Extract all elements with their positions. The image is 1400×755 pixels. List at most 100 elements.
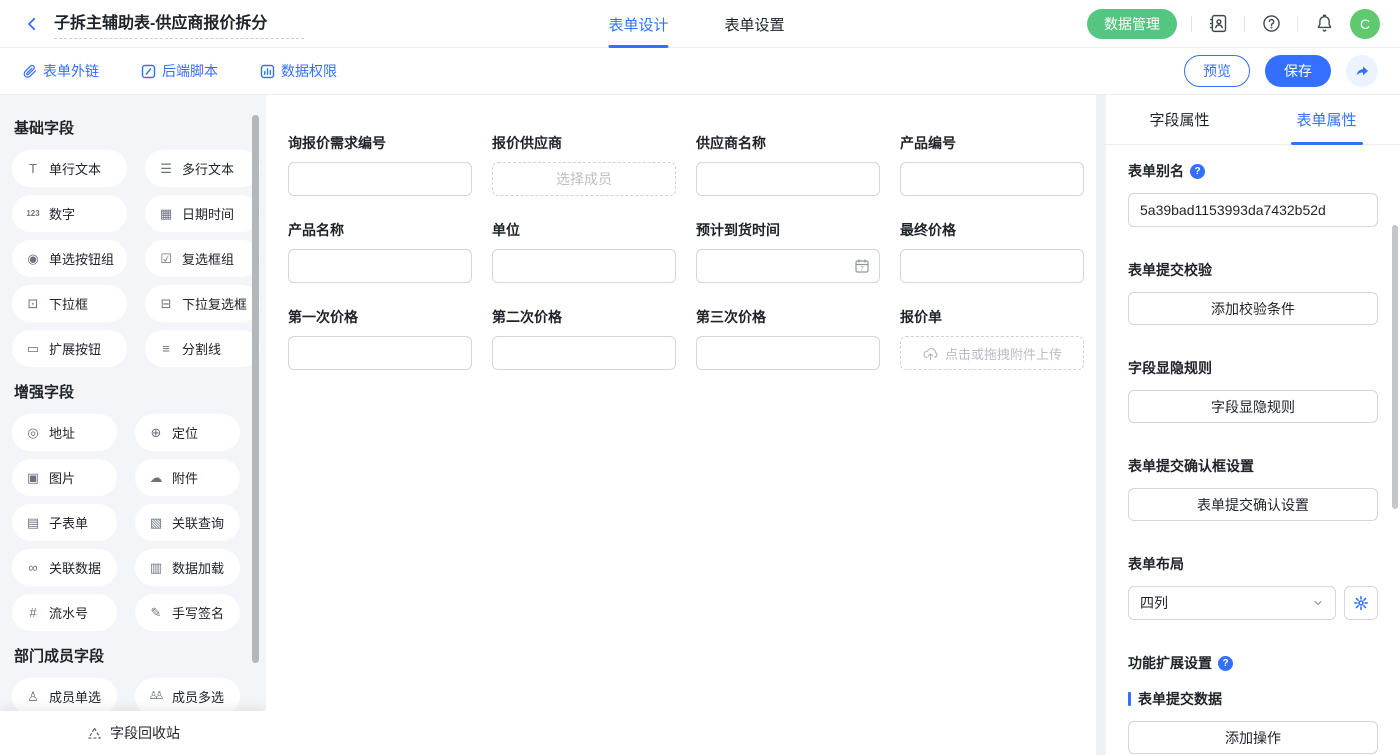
canvas-field-inquiry-request-no[interactable]: 询报价需求编号 [288, 133, 472, 196]
panel-section-field-visibility-rules: 字段显隐规则字段显隐规则 [1128, 358, 1378, 423]
save-button[interactable]: 保存 [1265, 55, 1331, 87]
field-type-data-load[interactable]: ▥数据加载 [135, 549, 240, 586]
canvas-field-unit[interactable]: 单位 [492, 220, 676, 283]
field-type-single-line-text[interactable]: T 单行文本 [12, 150, 127, 187]
field-type-label: 单行文本 [49, 159, 101, 178]
canvas-field-supplier-name[interactable]: 供应商名称 [696, 133, 880, 196]
field-visibility-rules-button[interactable]: 字段显隐规则 [1128, 390, 1378, 423]
field-type-label: 下拉框 [49, 294, 88, 313]
help-icon[interactable]: ? [1218, 656, 1233, 671]
field-type-radio-group[interactable]: ◉单选按钮组 [12, 240, 127, 277]
address-book-icon[interactable] [1206, 12, 1230, 36]
back-button[interactable] [20, 12, 44, 36]
data-permission-button[interactable]: 数据权限 [260, 61, 337, 81]
form-design-canvas[interactable]: 询报价需求编号报价供应商选择成员供应商名称产品编号产品名称单位预计到货时间7 最终… [266, 95, 1096, 755]
help-icon[interactable]: ? [1190, 164, 1205, 179]
field-type-linked-query[interactable]: ▧关联查询 [135, 504, 240, 541]
upload-area-quotation[interactable]: 点击或拖拽附件上传 [900, 336, 1084, 370]
field-recycle-bin-button[interactable]: 字段回收站 [0, 711, 266, 755]
data-manage-button[interactable]: 数据管理 [1087, 9, 1177, 39]
form-submit-confirm-label: 表单提交确认框设置 [1128, 456, 1378, 476]
permission-icon [260, 64, 275, 79]
form-external-link-label: 表单外链 [43, 61, 99, 81]
field-type-linked-data[interactable]: ∞关联数据 [12, 549, 117, 586]
canvas-field-first-price[interactable]: 第一次价格 [288, 307, 472, 370]
field-type-label: 附件 [172, 468, 198, 487]
sidebar-section-title: 基础字段 [14, 117, 240, 138]
field-type-image[interactable]: ▣图片 [12, 459, 117, 496]
tab-form-properties[interactable]: 表单属性 [1253, 95, 1400, 144]
layout-settings-button[interactable] [1344, 586, 1378, 620]
form-title[interactable]: 子拆主辅助表-供应商报价拆分 [54, 9, 304, 39]
field-type-label: 分割线 [182, 339, 221, 358]
canvas-field-product-name[interactable]: 产品名称 [288, 220, 472, 283]
notification-bell-icon[interactable] [1312, 12, 1336, 36]
field-type-signature[interactable]: ✎ 手写签名 [135, 594, 240, 631]
canvas-field-quotation[interactable]: 报价单点击或拖拽附件上传 [900, 307, 1084, 370]
field-type-attachment[interactable]: ☁ 附件 [135, 459, 240, 496]
field-type-checkbox-group[interactable]: ☑复选框组 [145, 240, 260, 277]
dropdown-icon: ⊡ [25, 297, 41, 310]
field-type-member-single[interactable]: ♙成员单选 [12, 678, 117, 715]
field-type-multi-line-text[interactable]: ☰多行文本 [145, 150, 260, 187]
attachment-icon: ☁ [148, 471, 164, 484]
field-type-extension-button[interactable]: ▭扩展按钮 [12, 330, 127, 367]
canvas-field-quote-supplier[interactable]: 报价供应商选择成员 [492, 133, 676, 196]
panel-section-form-submit-validation: 表单提交校验添加校验条件 [1128, 260, 1378, 325]
field-type-subform[interactable]: ▤子表单 [12, 504, 117, 541]
panel-scrollbar[interactable] [1392, 225, 1398, 509]
share-button[interactable] [1346, 55, 1378, 87]
form-submit-validation-button[interactable]: 添加校验条件 [1128, 292, 1378, 325]
form-alias-input[interactable] [1128, 193, 1378, 227]
field-type-label: 扩展按钮 [49, 339, 101, 358]
signature-icon: ✎ [148, 606, 164, 619]
field-visibility-rules-label: 字段显隐规则 [1128, 358, 1378, 378]
field-type-address[interactable]: ◎地址 [12, 414, 117, 451]
tab-field-properties[interactable]: 字段属性 [1106, 95, 1253, 144]
field-input-unit[interactable] [492, 249, 676, 283]
form-external-link-button[interactable]: 表单外链 [22, 61, 99, 81]
field-label: 第三次价格 [696, 307, 880, 327]
single-line-text-icon: T [25, 162, 41, 175]
preview-button[interactable]: 预览 [1184, 55, 1250, 87]
tab-form-settings[interactable]: 表单设置 [724, 0, 784, 48]
checkbox-group-icon: ☑ [158, 252, 174, 265]
form-layout-select[interactable]: 四列 [1128, 586, 1336, 620]
chevron-down-icon [1312, 597, 1324, 609]
member-select-quote-supplier[interactable]: 选择成员 [492, 162, 676, 196]
field-type-dropdown-multi[interactable]: ⊟下拉复选框 [145, 285, 260, 322]
field-input-inquiry-request-no[interactable] [288, 162, 472, 196]
canvas-field-second-price[interactable]: 第二次价格 [492, 307, 676, 370]
tab-form-design[interactable]: 表单设计 [608, 0, 668, 48]
canvas-field-expected-arrival-time[interactable]: 预计到货时间7 [696, 220, 880, 283]
field-input-first-price[interactable] [288, 336, 472, 370]
field-type-member-multi[interactable]: ♙♙成员多选 [135, 678, 240, 715]
field-input-final-price[interactable] [900, 249, 1084, 283]
number-icon: 123 [25, 210, 41, 218]
field-type-label: 手写签名 [172, 603, 224, 622]
help-icon[interactable] [1259, 12, 1283, 36]
linked-data-icon: ∞ [25, 561, 41, 574]
field-input-third-price[interactable] [696, 336, 880, 370]
sidebar-scrollbar[interactable] [252, 115, 259, 663]
field-input-second-price[interactable] [492, 336, 676, 370]
form-submit-data-button[interactable]: 添加操作 [1128, 721, 1378, 754]
date-picker-expected-arrival-time[interactable]: 7 [696, 249, 880, 283]
field-input-product-no[interactable] [900, 162, 1084, 196]
field-type-location[interactable]: ⊕定位 [135, 414, 240, 451]
user-avatar[interactable]: C [1350, 9, 1380, 39]
field-type-datetime[interactable]: ▦日期时间 [145, 195, 260, 232]
backend-script-button[interactable]: 后端脚本 [141, 61, 218, 81]
canvas-field-final-price[interactable]: 最终价格 [900, 220, 1084, 283]
field-type-number[interactable]: 123数字 [12, 195, 127, 232]
field-type-divider[interactable]: ≡分割线 [145, 330, 260, 367]
canvas-field-third-price[interactable]: 第三次价格 [696, 307, 880, 370]
field-palette-sidebar: 基础字段 T 单行文本 ☰多行文本 123数字 ▦日期时间 ◉单选按钮组 ☑复选框组 ⊡ 下拉框 ⊟… [0, 95, 266, 755]
field-type-serial-number[interactable]: #流水号 [12, 594, 117, 631]
share-arrow-icon [1354, 63, 1370, 79]
field-input-product-name[interactable] [288, 249, 472, 283]
field-input-supplier-name[interactable] [696, 162, 880, 196]
field-type-dropdown[interactable]: ⊡ 下拉框 [12, 285, 127, 322]
form-submit-confirm-button[interactable]: 表单提交确认设置 [1128, 488, 1378, 521]
canvas-field-product-no[interactable]: 产品编号 [900, 133, 1084, 196]
